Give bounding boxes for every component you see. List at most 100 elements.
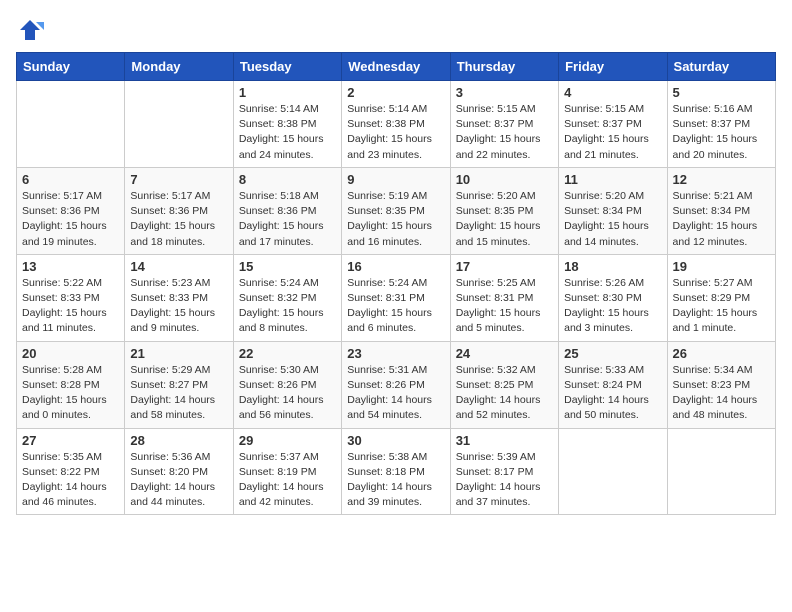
week-row-5: 27Sunrise: 5:35 AM Sunset: 8:22 PM Dayli… [17,428,776,515]
weekday-header-friday: Friday [559,53,667,81]
day-info: Sunrise: 5:36 AM Sunset: 8:20 PM Dayligh… [130,450,227,511]
day-info: Sunrise: 5:14 AM Sunset: 8:38 PM Dayligh… [239,102,336,163]
day-number: 9 [347,172,444,187]
weekday-header-tuesday: Tuesday [233,53,341,81]
week-row-3: 13 Sunrise: 5:22 AM Sunset: 8:33 PM Dayli… [17,254,776,341]
day-cell [559,428,667,515]
day-cell: 17 Sunrise: 5:25 AM Sunset: 8:31 PM Dayli… [450,254,558,341]
day-cell: 3 Sunrise: 5:15 AM Sunset: 8:37 PM Daylig… [450,81,558,168]
day-cell: 2 Sunrise: 5:14 AM Sunset: 8:38 PM Daylig… [342,81,450,168]
day-cell: 7 Sunrise: 5:17 AM Sunset: 8:36 PM Daylig… [125,167,233,254]
day-cell: 4 Sunrise: 5:15 AM Sunset: 8:37 PM Daylig… [559,81,667,168]
day-number: 31 [456,433,553,448]
weekday-header-sunday: Sunday [17,53,125,81]
day-number: 2 [347,85,444,100]
day-info: Sunrise: 5:17 AM Sunset: 8:36 PM Dayligh… [22,189,119,250]
day-number: 13 [22,259,119,274]
day-cell [17,81,125,168]
day-info: Sunrise: 5:19 AM Sunset: 8:35 PM Dayligh… [347,189,444,250]
day-info: Sunrise: 5:20 AM Sunset: 8:34 PM Dayligh… [564,189,661,250]
day-cell: 18Sunrise: 5:26 AM Sunset: 8:30 PM Dayli… [559,254,667,341]
day-number: 11 [564,172,661,187]
day-info: Sunrise: 5:22 AM Sunset: 8:33 PM Dayligh… [22,276,119,337]
day-info: Sunrise: 5:14 AM Sunset: 8:38 PM Dayligh… [347,102,444,163]
day-info: Sunrise: 5:30 AM Sunset: 8:26 PM Dayligh… [239,363,336,424]
day-info: Sunrise: 5:17 AM Sunset: 8:36 PM Dayligh… [130,189,227,250]
day-cell: 28 Sunrise: 5:36 AM Sunset: 8:20 PM Dayli… [125,428,233,515]
day-number: 22 [239,346,336,361]
day-cell: 9 Sunrise: 5:19 AM Sunset: 8:35 PM Daylig… [342,167,450,254]
day-info: Sunrise: 5:24 AM Sunset: 8:32 PM Dayligh… [239,276,336,337]
day-info: Sunrise: 5:34 AM Sunset: 8:23 PM Dayligh… [673,363,770,424]
day-number: 6 [22,172,119,187]
weekday-header-wednesday: Wednesday [342,53,450,81]
day-number: 30 [347,433,444,448]
day-cell: 16 Sunrise: 5:24 AM Sunset: 8:31 PM Dayli… [342,254,450,341]
day-info: Sunrise: 5:24 AM Sunset: 8:31 PM Dayligh… [347,276,444,337]
day-info: Sunrise: 5:20 AM Sunset: 8:35 PM Dayligh… [456,189,553,250]
day-number: 28 [130,433,227,448]
day-number: 29 [239,433,336,448]
day-info: Sunrise: 5:39 AM Sunset: 8:17 PM Dayligh… [456,450,553,511]
day-number: 16 [347,259,444,274]
day-info: Sunrise: 5:27 AM Sunset: 8:29 PM Dayligh… [673,276,770,337]
day-cell: 14Sunrise: 5:23 AM Sunset: 8:33 PM Dayli… [125,254,233,341]
day-info: Sunrise: 5:15 AM Sunset: 8:37 PM Dayligh… [564,102,661,163]
logo-icon [16,16,44,44]
day-cell: 29Sunrise: 5:37 AM Sunset: 8:19 PM Dayli… [233,428,341,515]
weekday-header-saturday: Saturday [667,53,775,81]
day-info: Sunrise: 5:21 AM Sunset: 8:34 PM Dayligh… [673,189,770,250]
day-number: 8 [239,172,336,187]
day-number: 25 [564,346,661,361]
day-info: Sunrise: 5:18 AM Sunset: 8:36 PM Dayligh… [239,189,336,250]
week-row-2: 6 Sunrise: 5:17 AM Sunset: 8:36 PM Daylig… [17,167,776,254]
day-number: 1 [239,85,336,100]
weekday-header-monday: Monday [125,53,233,81]
day-cell: 21 Sunrise: 5:29 AM Sunset: 8:27 PM Dayli… [125,341,233,428]
weekday-header-thursday: Thursday [450,53,558,81]
day-cell: 30 Sunrise: 5:38 AM Sunset: 8:18 PM Dayli… [342,428,450,515]
day-cell [125,81,233,168]
day-cell: 15 Sunrise: 5:24 AM Sunset: 8:32 PM Dayli… [233,254,341,341]
day-cell: 26 Sunrise: 5:34 AM Sunset: 8:23 PM Dayli… [667,341,775,428]
day-number: 15 [239,259,336,274]
day-cell: 1 Sunrise: 5:14 AM Sunset: 8:38 PM Daylig… [233,81,341,168]
day-number: 19 [673,259,770,274]
week-row-4: 20Sunrise: 5:28 AM Sunset: 8:28 PM Dayli… [17,341,776,428]
day-number: 10 [456,172,553,187]
day-number: 5 [673,85,770,100]
day-number: 7 [130,172,227,187]
day-cell: 11 Sunrise: 5:20 AM Sunset: 8:34 PM Dayli… [559,167,667,254]
day-cell: 19 Sunrise: 5:27 AM Sunset: 8:29 PM Dayli… [667,254,775,341]
day-cell: 12Sunrise: 5:21 AM Sunset: 8:34 PM Dayli… [667,167,775,254]
day-info: Sunrise: 5:25 AM Sunset: 8:31 PM Dayligh… [456,276,553,337]
day-info: Sunrise: 5:16 AM Sunset: 8:37 PM Dayligh… [673,102,770,163]
day-cell: 31 Sunrise: 5:39 AM Sunset: 8:17 PM Dayli… [450,428,558,515]
day-cell: 8 Sunrise: 5:18 AM Sunset: 8:36 PM Daylig… [233,167,341,254]
day-cell: 13 Sunrise: 5:22 AM Sunset: 8:33 PM Dayli… [17,254,125,341]
day-number: 21 [130,346,227,361]
day-cell: 23Sunrise: 5:31 AM Sunset: 8:26 PM Dayli… [342,341,450,428]
day-cell: 27Sunrise: 5:35 AM Sunset: 8:22 PM Dayli… [17,428,125,515]
page-header [16,16,776,44]
day-number: 3 [456,85,553,100]
day-number: 26 [673,346,770,361]
day-info: Sunrise: 5:23 AM Sunset: 8:33 PM Dayligh… [130,276,227,337]
day-info: Sunrise: 5:32 AM Sunset: 8:25 PM Dayligh… [456,363,553,424]
day-info: Sunrise: 5:35 AM Sunset: 8:22 PM Dayligh… [22,450,119,511]
day-info: Sunrise: 5:29 AM Sunset: 8:27 PM Dayligh… [130,363,227,424]
day-cell: 20Sunrise: 5:28 AM Sunset: 8:28 PM Dayli… [17,341,125,428]
day-info: Sunrise: 5:15 AM Sunset: 8:37 PM Dayligh… [456,102,553,163]
day-number: 23 [347,346,444,361]
day-number: 24 [456,346,553,361]
day-number: 20 [22,346,119,361]
day-cell: 25Sunrise: 5:33 AM Sunset: 8:24 PM Dayli… [559,341,667,428]
day-cell: 10 Sunrise: 5:20 AM Sunset: 8:35 PM Dayli… [450,167,558,254]
day-number: 17 [456,259,553,274]
day-cell: 22 Sunrise: 5:30 AM Sunset: 8:26 PM Dayli… [233,341,341,428]
day-info: Sunrise: 5:38 AM Sunset: 8:18 PM Dayligh… [347,450,444,511]
day-cell: 5 Sunrise: 5:16 AM Sunset: 8:37 PM Daylig… [667,81,775,168]
day-cell: 6 Sunrise: 5:17 AM Sunset: 8:36 PM Daylig… [17,167,125,254]
day-number: 4 [564,85,661,100]
day-number: 18 [564,259,661,274]
